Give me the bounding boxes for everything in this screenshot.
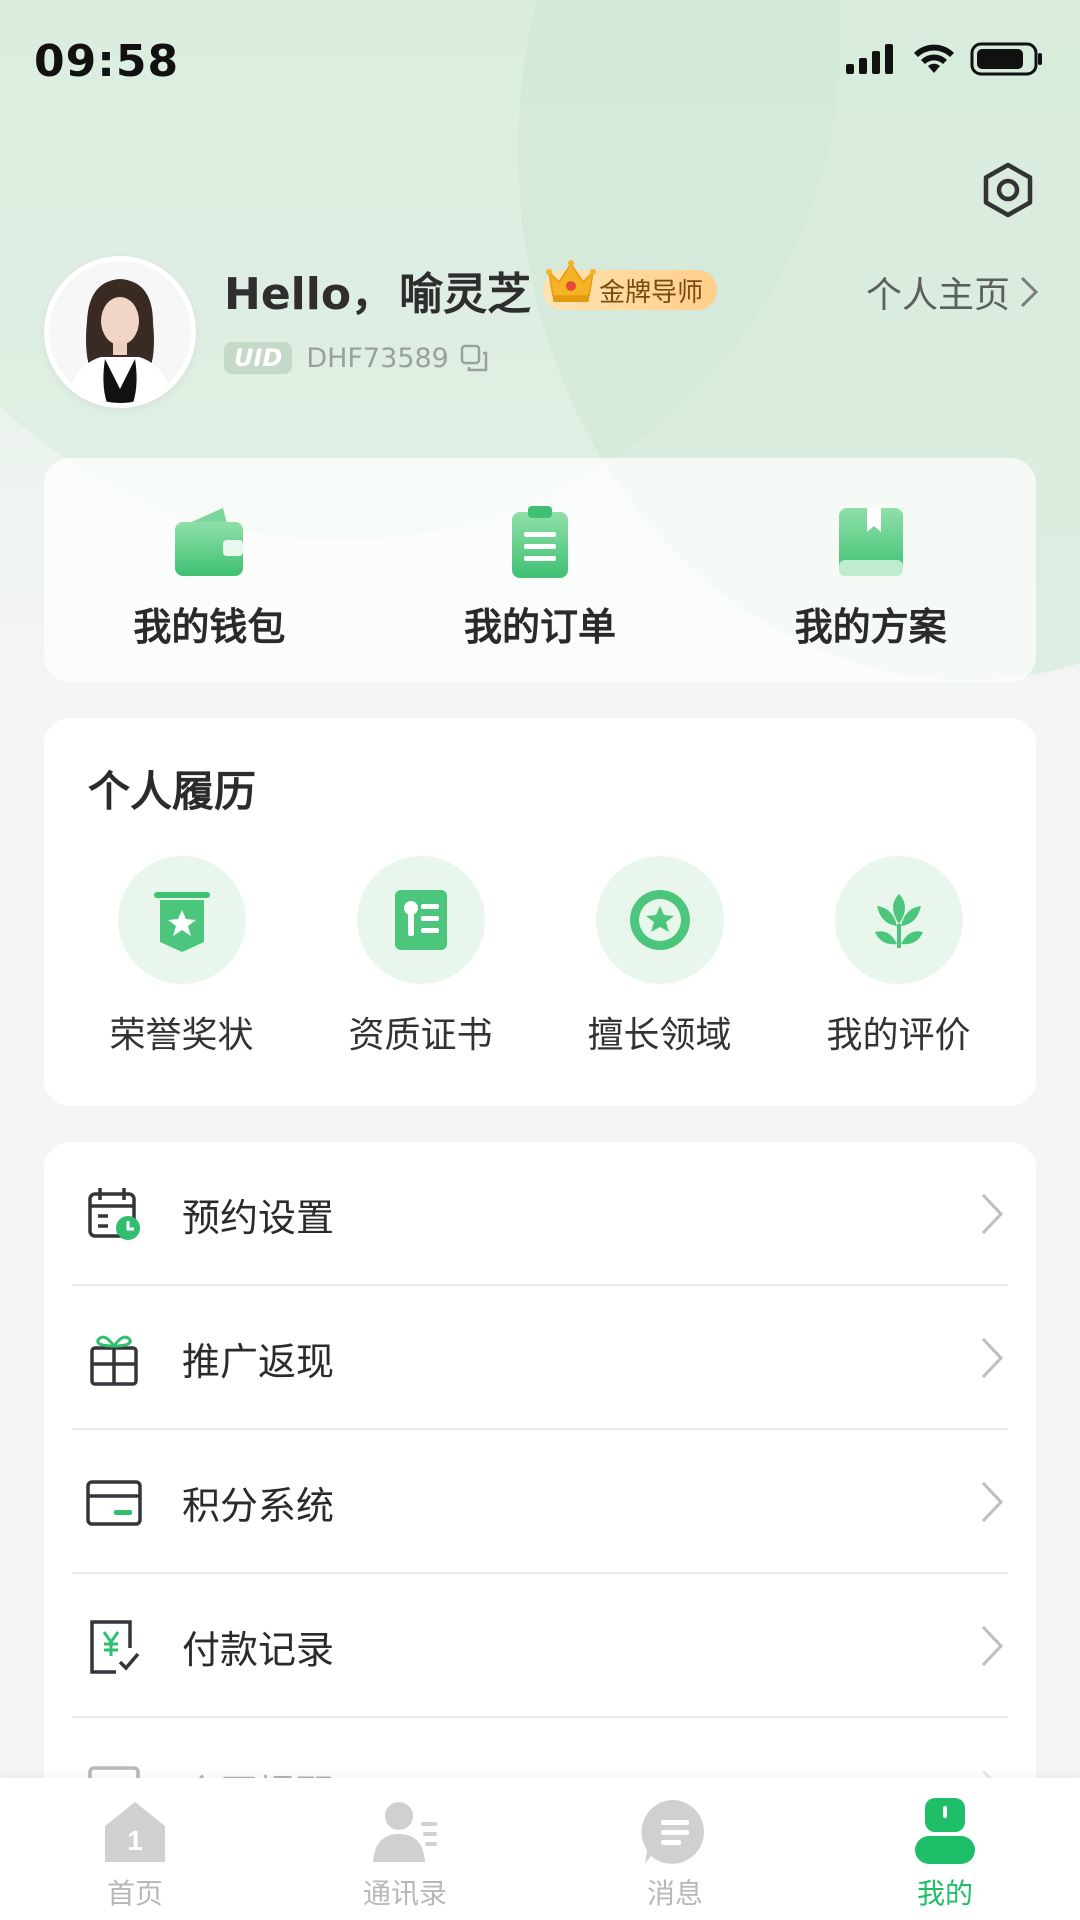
certificates-button[interactable]: 资质证书 [321, 856, 521, 1058]
status-time: 09:58 [34, 36, 180, 87]
book-icon [838, 508, 903, 576]
profile-home-label: 个人主页 [865, 275, 1010, 316]
chevron-right-icon [981, 1337, 1004, 1379]
honors-button[interactable]: 荣誉奖状 [82, 856, 282, 1058]
honors-icon-bg [117, 856, 246, 984]
chevron-right-icon [981, 1625, 1004, 1667]
status-icons [846, 42, 1044, 76]
plans-button[interactable]: 我的方案 [705, 458, 1036, 682]
resume-card: 个人履历 荣誉奖状 资质证书 擅长领域 我的评价 [44, 718, 1036, 1106]
menu-label: 预约设置 [182, 1195, 335, 1240]
expertise-label: 擅长领域 [587, 1015, 732, 1056]
tab-contacts[interactable]: 通讯录 [270, 1778, 540, 1920]
copy-icon[interactable] [459, 343, 489, 373]
tab-messages[interactable]: 消息 [540, 1778, 810, 1920]
crown-icon [546, 260, 597, 302]
menu-label: 积分系统 [182, 1483, 335, 1528]
tab-label: 我的 [916, 1877, 973, 1910]
wallet-label: 我的钱包 [133, 605, 286, 649]
contacts-icon [373, 1802, 437, 1862]
expertise-button[interactable]: 擅长领域 [560, 856, 760, 1058]
chevron-right-icon [981, 1481, 1004, 1523]
tab-profile[interactable]: 我的 [810, 1778, 1080, 1920]
reviews-label: 我的评价 [826, 1015, 971, 1056]
resume-items: 荣誉奖状 资质证书 擅长领域 我的评价 [44, 856, 1036, 1058]
home-icon: 1 [105, 1802, 165, 1862]
uid-tag: UID [224, 342, 293, 374]
plans-label: 我的方案 [794, 605, 947, 649]
tab-label: 消息 [646, 1877, 703, 1910]
resume-title: 个人履历 [88, 767, 257, 816]
gift-icon [90, 1335, 138, 1386]
greeting: Hello， 喻灵芝 金牌导师 [224, 258, 718, 322]
certificates-label: 资质证书 [348, 1015, 493, 1056]
chevron-right-icon [1020, 276, 1039, 308]
menu-item-points-system[interactable]: 积分系统 [44, 1430, 1036, 1574]
tab-bar: 1 首页 通讯录 消息 我的 [0, 1778, 1080, 1920]
greeting-text: Hello， [224, 269, 396, 320]
wallet-button[interactable]: 我的钱包 [44, 458, 375, 682]
avatar[interactable] [44, 256, 196, 408]
reviews-icon-bg [834, 856, 963, 984]
tab-home[interactable]: 1 首页 [0, 1778, 270, 1920]
profile-icon [915, 1798, 975, 1864]
orders-label: 我的订单 [464, 605, 617, 649]
battery-icon [970, 42, 1042, 76]
uid-row: UID DHF73589 [224, 342, 489, 374]
payment-record-icon [90, 1620, 140, 1674]
menu-item-appointment-settings[interactable]: 预约设置 [44, 1142, 1036, 1286]
expertise-icon-bg [595, 856, 724, 984]
menu-item-payment-records[interactable]: 付款记录 [44, 1574, 1036, 1718]
gear-icon [983, 162, 1033, 218]
menu-item-referral-cashback[interactable]: 推广返现 [44, 1286, 1036, 1430]
tab-label: 通讯录 [362, 1877, 447, 1910]
lotus-icon [874, 894, 923, 948]
star-circle-icon [629, 890, 690, 950]
orders-button[interactable]: 我的订单 [375, 458, 706, 682]
wallet-icon [175, 508, 244, 576]
chevron-right-icon [981, 1193, 1004, 1235]
status-bar: 09:58 [0, 0, 1080, 130]
certificate-icon [394, 890, 447, 950]
order-clipboard-icon [512, 506, 568, 578]
honors-label: 荣誉奖状 [109, 1015, 254, 1056]
settings-button[interactable] [978, 160, 1038, 220]
card-icon [86, 1480, 142, 1526]
menu-label: 付款记录 [182, 1627, 335, 1672]
signal-icon [846, 44, 893, 74]
message-icon [641, 1799, 705, 1864]
award-banner-icon [153, 892, 210, 952]
profile-home-link[interactable]: 个人主页 [866, 266, 1040, 318]
svg-text:1: 1 [127, 1825, 143, 1856]
menu-label: 推广返现 [182, 1339, 335, 1384]
user-name: 喻灵芝 [399, 269, 532, 320]
reviews-button[interactable]: 我的评价 [799, 856, 999, 1058]
certificates-icon-bg [356, 856, 485, 984]
calendar-clock-icon [88, 1188, 140, 1240]
uid-value: DHF73589 [306, 342, 449, 374]
wifi-icon [914, 44, 954, 73]
quick-actions-card: 我的钱包 我的订单 我的方案 [44, 458, 1036, 682]
title-badge: 金牌导师 [543, 260, 718, 310]
badge-label: 金牌导师 [599, 277, 704, 308]
avatar-photo [49, 261, 191, 403]
tab-label: 首页 [106, 1877, 163, 1910]
